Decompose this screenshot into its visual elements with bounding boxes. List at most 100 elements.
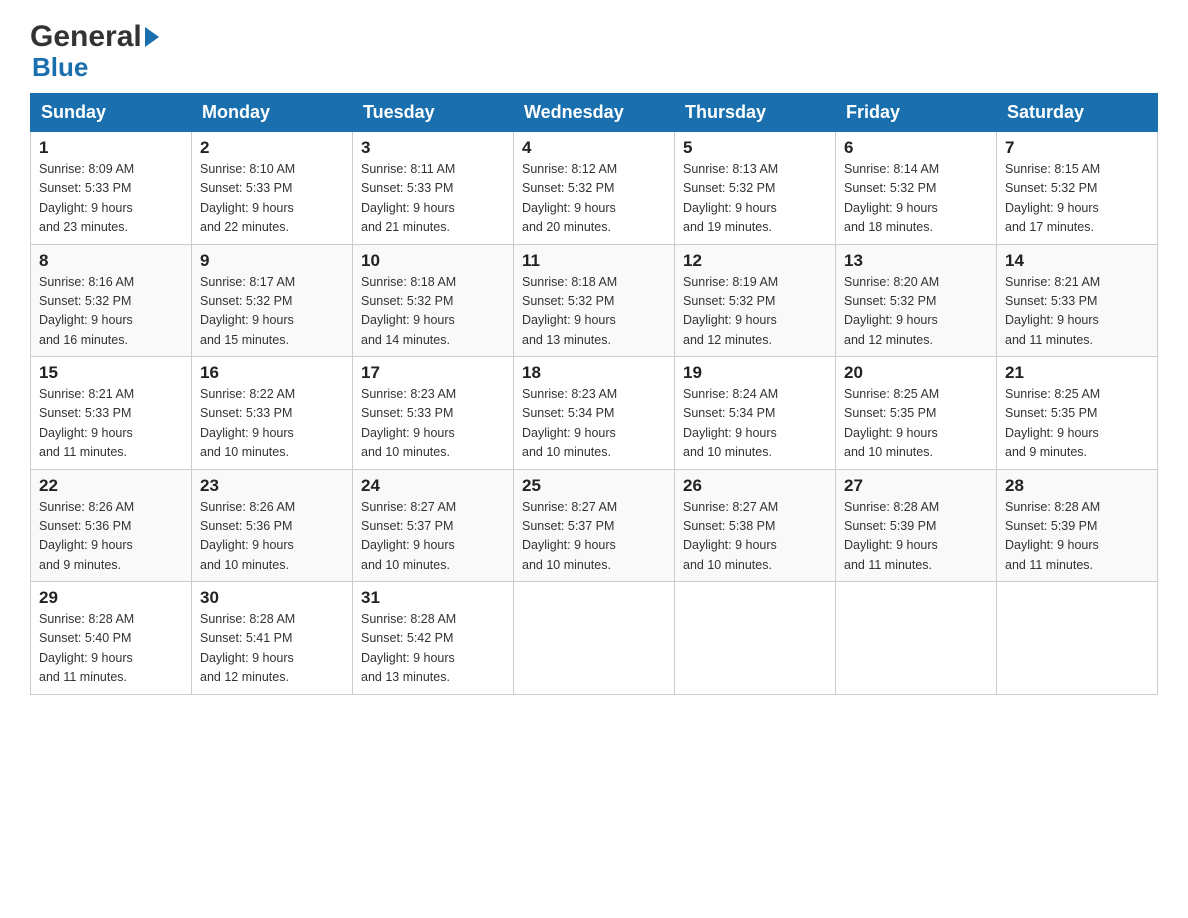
day-info: Sunrise: 8:27 AM Sunset: 5:38 PM Dayligh… <box>683 498 827 576</box>
day-info: Sunrise: 8:21 AM Sunset: 5:33 PM Dayligh… <box>1005 273 1149 351</box>
day-number: 16 <box>200 363 344 383</box>
day-number: 7 <box>1005 138 1149 158</box>
calendar-day-cell: 4 Sunrise: 8:12 AM Sunset: 5:32 PM Dayli… <box>514 132 675 245</box>
calendar-day-cell: 11 Sunrise: 8:18 AM Sunset: 5:32 PM Dayl… <box>514 244 675 357</box>
calendar-day-cell: 1 Sunrise: 8:09 AM Sunset: 5:33 PM Dayli… <box>31 132 192 245</box>
day-info: Sunrise: 8:25 AM Sunset: 5:35 PM Dayligh… <box>844 385 988 463</box>
day-info: Sunrise: 8:20 AM Sunset: 5:32 PM Dayligh… <box>844 273 988 351</box>
calendar-week-row: 1 Sunrise: 8:09 AM Sunset: 5:33 PM Dayli… <box>31 132 1158 245</box>
calendar-day-cell: 27 Sunrise: 8:28 AM Sunset: 5:39 PM Dayl… <box>836 469 997 582</box>
day-of-week-header: Wednesday <box>514 94 675 132</box>
calendar-day-cell: 14 Sunrise: 8:21 AM Sunset: 5:33 PM Dayl… <box>997 244 1158 357</box>
day-of-week-header: Tuesday <box>353 94 514 132</box>
day-number: 12 <box>683 251 827 271</box>
day-info: Sunrise: 8:28 AM Sunset: 5:42 PM Dayligh… <box>361 610 505 688</box>
day-info: Sunrise: 8:18 AM Sunset: 5:32 PM Dayligh… <box>361 273 505 351</box>
day-number: 23 <box>200 476 344 496</box>
calendar-day-cell: 18 Sunrise: 8:23 AM Sunset: 5:34 PM Dayl… <box>514 357 675 470</box>
day-info: Sunrise: 8:11 AM Sunset: 5:33 PM Dayligh… <box>361 160 505 238</box>
day-info: Sunrise: 8:27 AM Sunset: 5:37 PM Dayligh… <box>522 498 666 576</box>
calendar-day-cell: 29 Sunrise: 8:28 AM Sunset: 5:40 PM Dayl… <box>31 582 192 695</box>
day-number: 2 <box>200 138 344 158</box>
calendar-day-cell: 24 Sunrise: 8:27 AM Sunset: 5:37 PM Dayl… <box>353 469 514 582</box>
day-info: Sunrise: 8:28 AM Sunset: 5:40 PM Dayligh… <box>39 610 183 688</box>
calendar-day-cell <box>836 582 997 695</box>
logo-blue-text: Blue <box>32 52 88 83</box>
calendar-day-cell: 17 Sunrise: 8:23 AM Sunset: 5:33 PM Dayl… <box>353 357 514 470</box>
logo: General Blue <box>30 20 159 83</box>
day-number: 22 <box>39 476 183 496</box>
day-info: Sunrise: 8:25 AM Sunset: 5:35 PM Dayligh… <box>1005 385 1149 463</box>
day-info: Sunrise: 8:23 AM Sunset: 5:33 PM Dayligh… <box>361 385 505 463</box>
calendar-day-cell: 9 Sunrise: 8:17 AM Sunset: 5:32 PM Dayli… <box>192 244 353 357</box>
day-number: 20 <box>844 363 988 383</box>
calendar-day-cell: 19 Sunrise: 8:24 AM Sunset: 5:34 PM Dayl… <box>675 357 836 470</box>
calendar-week-row: 22 Sunrise: 8:26 AM Sunset: 5:36 PM Dayl… <box>31 469 1158 582</box>
day-number: 21 <box>1005 363 1149 383</box>
calendar-header-row: SundayMondayTuesdayWednesdayThursdayFrid… <box>31 94 1158 132</box>
calendar-day-cell: 23 Sunrise: 8:26 AM Sunset: 5:36 PM Dayl… <box>192 469 353 582</box>
day-info: Sunrise: 8:21 AM Sunset: 5:33 PM Dayligh… <box>39 385 183 463</box>
day-number: 25 <box>522 476 666 496</box>
calendar-day-cell: 5 Sunrise: 8:13 AM Sunset: 5:32 PM Dayli… <box>675 132 836 245</box>
calendar-day-cell: 31 Sunrise: 8:28 AM Sunset: 5:42 PM Dayl… <box>353 582 514 695</box>
day-number: 10 <box>361 251 505 271</box>
day-info: Sunrise: 8:28 AM Sunset: 5:41 PM Dayligh… <box>200 610 344 688</box>
calendar-day-cell: 20 Sunrise: 8:25 AM Sunset: 5:35 PM Dayl… <box>836 357 997 470</box>
calendar-day-cell: 6 Sunrise: 8:14 AM Sunset: 5:32 PM Dayli… <box>836 132 997 245</box>
day-number: 26 <box>683 476 827 496</box>
day-info: Sunrise: 8:14 AM Sunset: 5:32 PM Dayligh… <box>844 160 988 238</box>
logo-general-text: General <box>30 20 142 54</box>
calendar-table: SundayMondayTuesdayWednesdayThursdayFrid… <box>30 93 1158 695</box>
day-of-week-header: Sunday <box>31 94 192 132</box>
day-number: 9 <box>200 251 344 271</box>
day-info: Sunrise: 8:26 AM Sunset: 5:36 PM Dayligh… <box>39 498 183 576</box>
calendar-day-cell: 26 Sunrise: 8:27 AM Sunset: 5:38 PM Dayl… <box>675 469 836 582</box>
day-number: 31 <box>361 588 505 608</box>
day-info: Sunrise: 8:18 AM Sunset: 5:32 PM Dayligh… <box>522 273 666 351</box>
calendar-day-cell <box>514 582 675 695</box>
day-number: 3 <box>361 138 505 158</box>
calendar-day-cell: 8 Sunrise: 8:16 AM Sunset: 5:32 PM Dayli… <box>31 244 192 357</box>
day-number: 14 <box>1005 251 1149 271</box>
logo-triangle-icon <box>145 27 159 47</box>
calendar-week-row: 15 Sunrise: 8:21 AM Sunset: 5:33 PM Dayl… <box>31 357 1158 470</box>
day-info: Sunrise: 8:12 AM Sunset: 5:32 PM Dayligh… <box>522 160 666 238</box>
calendar-day-cell: 30 Sunrise: 8:28 AM Sunset: 5:41 PM Dayl… <box>192 582 353 695</box>
calendar-day-cell: 21 Sunrise: 8:25 AM Sunset: 5:35 PM Dayl… <box>997 357 1158 470</box>
calendar-day-cell <box>997 582 1158 695</box>
day-number: 30 <box>200 588 344 608</box>
day-info: Sunrise: 8:15 AM Sunset: 5:32 PM Dayligh… <box>1005 160 1149 238</box>
day-info: Sunrise: 8:23 AM Sunset: 5:34 PM Dayligh… <box>522 385 666 463</box>
day-number: 15 <box>39 363 183 383</box>
calendar-day-cell: 28 Sunrise: 8:28 AM Sunset: 5:39 PM Dayl… <box>997 469 1158 582</box>
day-info: Sunrise: 8:27 AM Sunset: 5:37 PM Dayligh… <box>361 498 505 576</box>
day-info: Sunrise: 8:19 AM Sunset: 5:32 PM Dayligh… <box>683 273 827 351</box>
day-number: 5 <box>683 138 827 158</box>
day-info: Sunrise: 8:16 AM Sunset: 5:32 PM Dayligh… <box>39 273 183 351</box>
calendar-day-cell: 12 Sunrise: 8:19 AM Sunset: 5:32 PM Dayl… <box>675 244 836 357</box>
calendar-week-row: 8 Sunrise: 8:16 AM Sunset: 5:32 PM Dayli… <box>31 244 1158 357</box>
day-number: 29 <box>39 588 183 608</box>
day-info: Sunrise: 8:26 AM Sunset: 5:36 PM Dayligh… <box>200 498 344 576</box>
calendar-day-cell: 10 Sunrise: 8:18 AM Sunset: 5:32 PM Dayl… <box>353 244 514 357</box>
day-number: 4 <box>522 138 666 158</box>
calendar-week-row: 29 Sunrise: 8:28 AM Sunset: 5:40 PM Dayl… <box>31 582 1158 695</box>
calendar-day-cell: 7 Sunrise: 8:15 AM Sunset: 5:32 PM Dayli… <box>997 132 1158 245</box>
day-number: 8 <box>39 251 183 271</box>
calendar-day-cell: 25 Sunrise: 8:27 AM Sunset: 5:37 PM Dayl… <box>514 469 675 582</box>
day-info: Sunrise: 8:13 AM Sunset: 5:32 PM Dayligh… <box>683 160 827 238</box>
day-info: Sunrise: 8:22 AM Sunset: 5:33 PM Dayligh… <box>200 385 344 463</box>
calendar-day-cell: 3 Sunrise: 8:11 AM Sunset: 5:33 PM Dayli… <box>353 132 514 245</box>
calendar-day-cell: 22 Sunrise: 8:26 AM Sunset: 5:36 PM Dayl… <box>31 469 192 582</box>
calendar-day-cell <box>675 582 836 695</box>
day-info: Sunrise: 8:10 AM Sunset: 5:33 PM Dayligh… <box>200 160 344 238</box>
day-number: 13 <box>844 251 988 271</box>
calendar-day-cell: 13 Sunrise: 8:20 AM Sunset: 5:32 PM Dayl… <box>836 244 997 357</box>
calendar-day-cell: 16 Sunrise: 8:22 AM Sunset: 5:33 PM Dayl… <box>192 357 353 470</box>
day-of-week-header: Monday <box>192 94 353 132</box>
day-number: 1 <box>39 138 183 158</box>
day-of-week-header: Saturday <box>997 94 1158 132</box>
day-number: 11 <box>522 251 666 271</box>
day-info: Sunrise: 8:24 AM Sunset: 5:34 PM Dayligh… <box>683 385 827 463</box>
